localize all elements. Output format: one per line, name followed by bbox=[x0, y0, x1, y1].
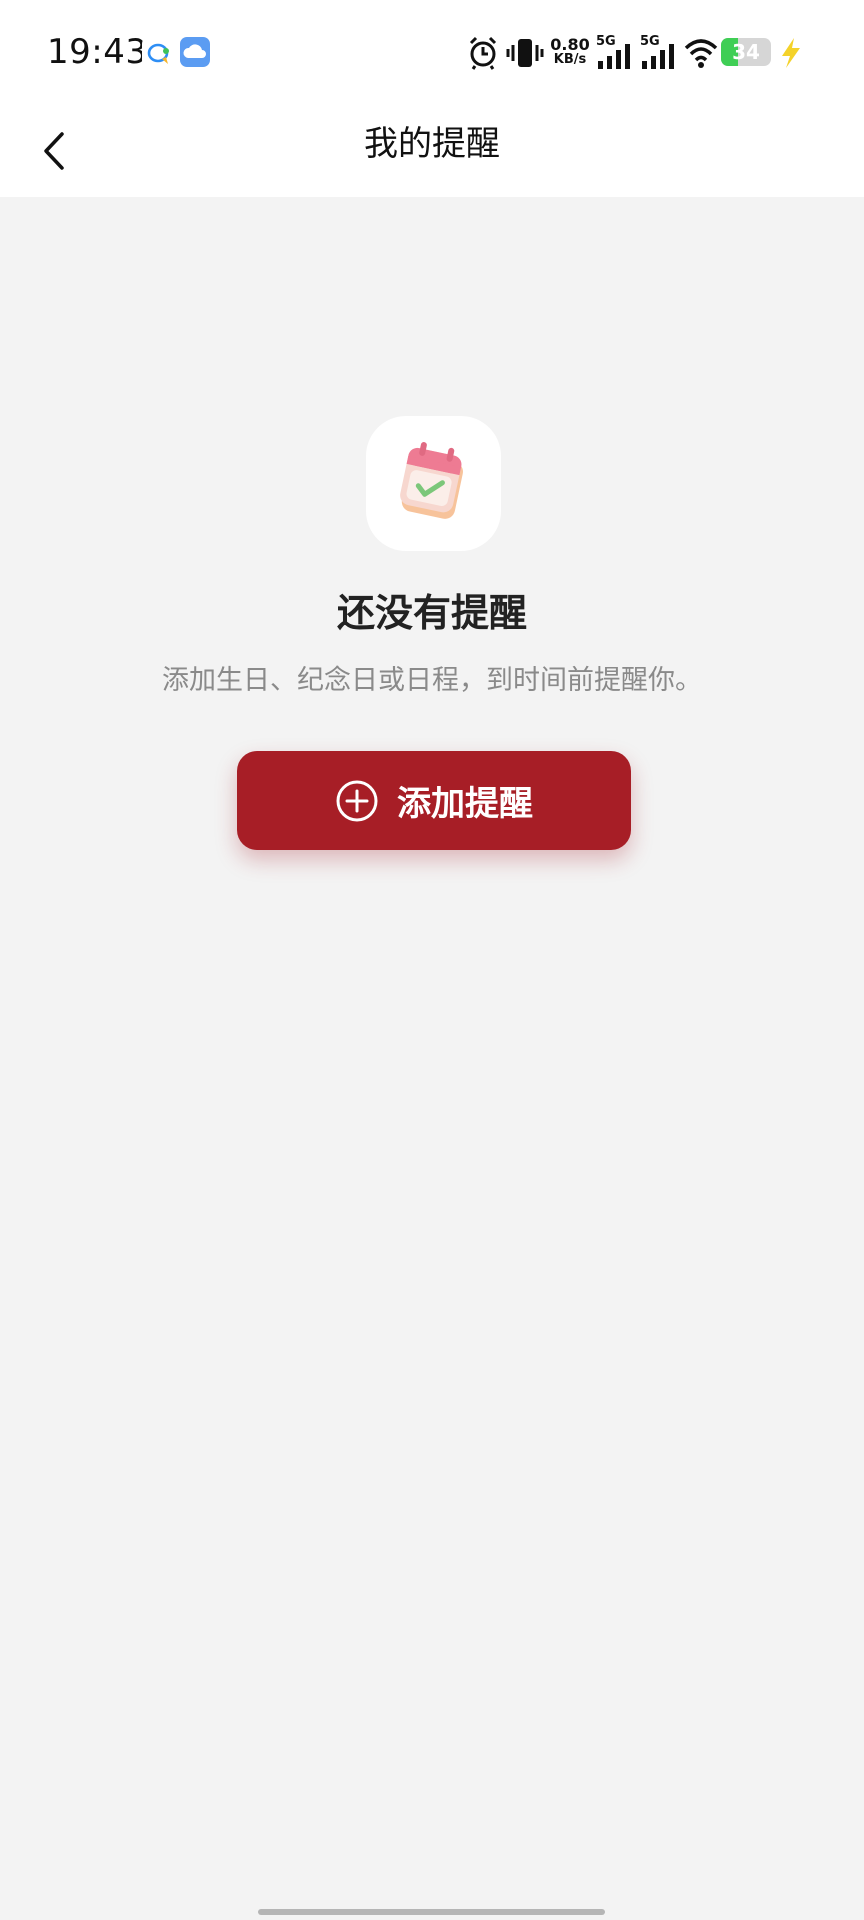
empty-state-title: 还没有提醒 bbox=[336, 591, 527, 635]
calendar-check-icon bbox=[400, 442, 463, 519]
add-reminder-label: 添加提醒 bbox=[397, 784, 533, 824]
network-speed-value: 0.80 bbox=[550, 35, 590, 54]
empty-state-icon-container bbox=[366, 416, 501, 551]
weather-cloud-icon bbox=[180, 37, 210, 67]
plus-circle-icon bbox=[336, 780, 378, 821]
charging-icon bbox=[782, 38, 800, 68]
status-bar: 19:43 0.80 KB/s 5G 5G 34 bbox=[0, 0, 864, 105]
home-indicator[interactable] bbox=[258, 1909, 605, 1915]
status-icons: 0.80 KB/s 5G 5G 34 bbox=[466, 30, 816, 76]
empty-state-subtitle: 添加生日、纪念日或日程，到时间前提醒你。 bbox=[162, 665, 702, 696]
status-time: 19:43 bbox=[47, 32, 148, 72]
vibrate-icon bbox=[506, 39, 544, 67]
back-button[interactable] bbox=[30, 121, 90, 181]
chat-bubble-icon bbox=[142, 37, 172, 67]
battery-level: 34 bbox=[732, 40, 760, 64]
network-speed-unit: KB/s bbox=[553, 52, 587, 67]
page-title: 我的提醒 bbox=[364, 124, 500, 164]
chevron-left-icon bbox=[44, 132, 64, 170]
signal-icon-1: 5G bbox=[596, 30, 634, 76]
signal-icon-2: 5G bbox=[640, 30, 678, 76]
alarm-icon bbox=[469, 36, 497, 70]
network-speed: 0.80 KB/s bbox=[548, 35, 592, 68]
battery-icon: 34 bbox=[721, 38, 771, 66]
add-reminder-button[interactable]: 添加提醒 bbox=[237, 751, 631, 850]
nav-header: 我的提醒 bbox=[0, 105, 864, 197]
wifi-icon bbox=[684, 39, 718, 68]
